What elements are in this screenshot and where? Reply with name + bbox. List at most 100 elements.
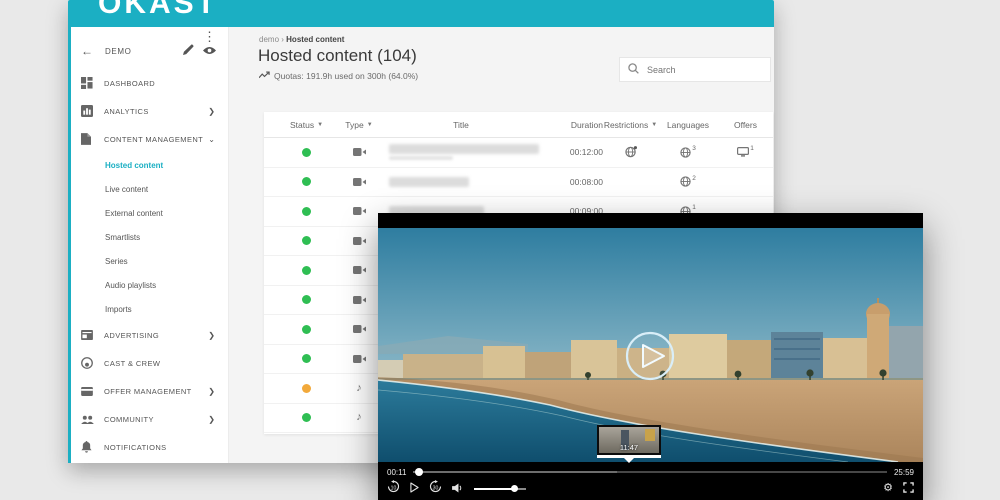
sidebar-item-series[interactable]: Series [68,249,228,273]
workspace-row: ← DEMO [68,41,228,61]
seek-preview-image: 11:47 [597,425,661,455]
languages-count: 3 [692,145,696,153]
duration-value: 00:08:00 [569,176,603,187]
sidebar-item-smartlists[interactable]: Smartlists [68,225,228,249]
status-dot [302,177,311,187]
seek-preview-time: 11:47 [619,443,639,452]
status-dot [302,206,311,216]
sidebar-item-hosted-content[interactable]: Hosted content [68,153,228,177]
column-restrictions[interactable]: Restrictions ▼ [603,120,658,130]
sidebar-item-audio-playlists[interactable]: Audio playlists [68,273,228,297]
video-player-window[interactable]: 11:47 00:11 25:59 10 30 ⚙ [378,213,923,500]
sidebar-item-external-content[interactable]: External content [68,201,228,225]
breadcrumb-current: Hosted content [286,35,345,44]
status-dot [302,383,311,393]
play-button[interactable] [410,480,419,498]
chevron-down-icon: ⌄ [208,134,215,144]
sidebar-item-analytics[interactable]: ANALYTICS ❯ [68,97,228,125]
offers-count: 1 [750,145,754,153]
sidebar-item-advertising[interactable]: ADVERTISING ❯ [68,321,228,349]
sort-arrow-icon[interactable]: ▼ [367,122,373,128]
back-arrow-icon[interactable]: ← [81,44,93,58]
sort-arrow-icon[interactable]: ▼ [651,122,657,128]
sidebar-item-dashboard[interactable]: DASHBOARD [68,69,228,97]
play-button [625,331,675,381]
page-title: Hosted content (104) [258,46,417,65]
quotas-text: Quotas: 191.9h used on 300h (64.0%) [274,71,419,81]
status-dot [302,265,311,275]
status-dot [302,413,311,423]
table-row[interactable]: 00:08:00 2 [264,168,773,197]
table-row[interactable]: 00:12:00 3 1 [264,138,773,168]
column-offers[interactable]: Offers [718,120,773,130]
total-time: 25:59 [893,467,914,477]
chevron-right-icon: ❯ [208,414,215,424]
column-languages[interactable]: Languages [658,120,718,130]
video-type-icon [329,147,389,157]
sidebar-item-notifications[interactable]: NOTIFICATIONS [68,433,228,461]
sidebar-item-community[interactable]: COMMUNITY ❯ [68,405,228,433]
volume-fill [474,487,513,490]
geo-restriction-icon [603,146,658,158]
sidebar: ⋮ ← DEMO DASHBOARD ANALYTICS ❯ CONTENT M… [68,27,229,463]
eye-icon[interactable] [203,42,216,60]
seek-preview-caret-icon [624,458,634,463]
column-title[interactable]: Title [389,120,533,130]
workspace-label: DEMO [105,46,132,56]
chevron-right-icon: ❯ [208,330,215,340]
rewind-10-button[interactable]: 10 [387,479,400,498]
credit-card-icon [81,385,94,398]
sidebar-item-cast-crew[interactable]: CAST & CREW [68,349,228,377]
sidebar-item-offer-management[interactable]: OFFER MANAGEMENT ❯ [68,377,228,405]
duration-value: 00:12:00 [569,147,603,158]
column-type[interactable]: Type ▼ [329,120,389,130]
document-icon [81,133,94,146]
blurred-title [389,144,539,155]
languages-cell: 3 [658,145,718,158]
volume-button[interactable] [452,480,464,498]
search-input[interactable] [645,63,762,76]
status-dot [302,324,311,334]
volume-knob[interactable] [511,485,519,492]
svg-text:10: 10 [391,485,397,491]
buffered-bar [413,471,618,473]
search-box[interactable] [619,57,771,82]
column-status[interactable]: Status ▼ [284,120,329,130]
seek-bar[interactable] [413,468,887,476]
current-time: 00:11 [387,467,407,477]
column-duration[interactable]: Duration [533,120,603,130]
languages-count: 1 [692,204,696,212]
people-icon [81,413,94,426]
fullscreen-button[interactable] [903,480,914,498]
sort-arrow-icon[interactable]: ▼ [317,122,323,128]
sidebar-item-imports[interactable]: Imports [68,297,228,321]
video-type-icon [329,177,389,187]
status-dot [302,236,311,246]
volume-slider[interactable] [474,485,526,492]
timeline: 00:11 25:59 [378,465,923,479]
pencil-icon[interactable] [183,42,194,60]
sidebar-item-live-content[interactable]: Live content [68,177,228,201]
breadcrumb-root[interactable]: demo [259,35,279,44]
forward-30-button[interactable]: 30 [429,479,442,498]
blurred-title [389,176,469,187]
sidebar-item-content-management[interactable]: CONTENT MANAGEMENT ⌄ [68,125,228,153]
trend-icon [258,71,270,81]
player-controls: 10 30 ⚙ [378,479,923,498]
breadcrumb-separator: › [281,35,284,44]
table-header: Status ▼ Type ▼ Title Duration Restriction… [264,112,773,138]
sidebar-nav: DASHBOARD ANALYTICS ❯ CONTENT MANAGEMENT… [68,69,228,461]
settings-gear-icon[interactable]: ⚙ [883,483,893,494]
top-bar: OKAST [68,0,774,27]
status-dot [302,147,311,157]
quotas-line: Quotas: 191.9h used on 300h (64.0%) [258,71,419,81]
cast-crew-icon [81,357,94,370]
seek-knob[interactable] [415,468,424,476]
dashboard-icon [81,77,94,90]
breadcrumb[interactable]: demo › Hosted content [259,35,344,44]
bell-icon [81,441,94,454]
okast-logo: OKAST [98,0,218,20]
svg-text:30: 30 [433,485,439,491]
advertising-icon [81,329,94,342]
chevron-right-icon: ❯ [208,386,215,396]
